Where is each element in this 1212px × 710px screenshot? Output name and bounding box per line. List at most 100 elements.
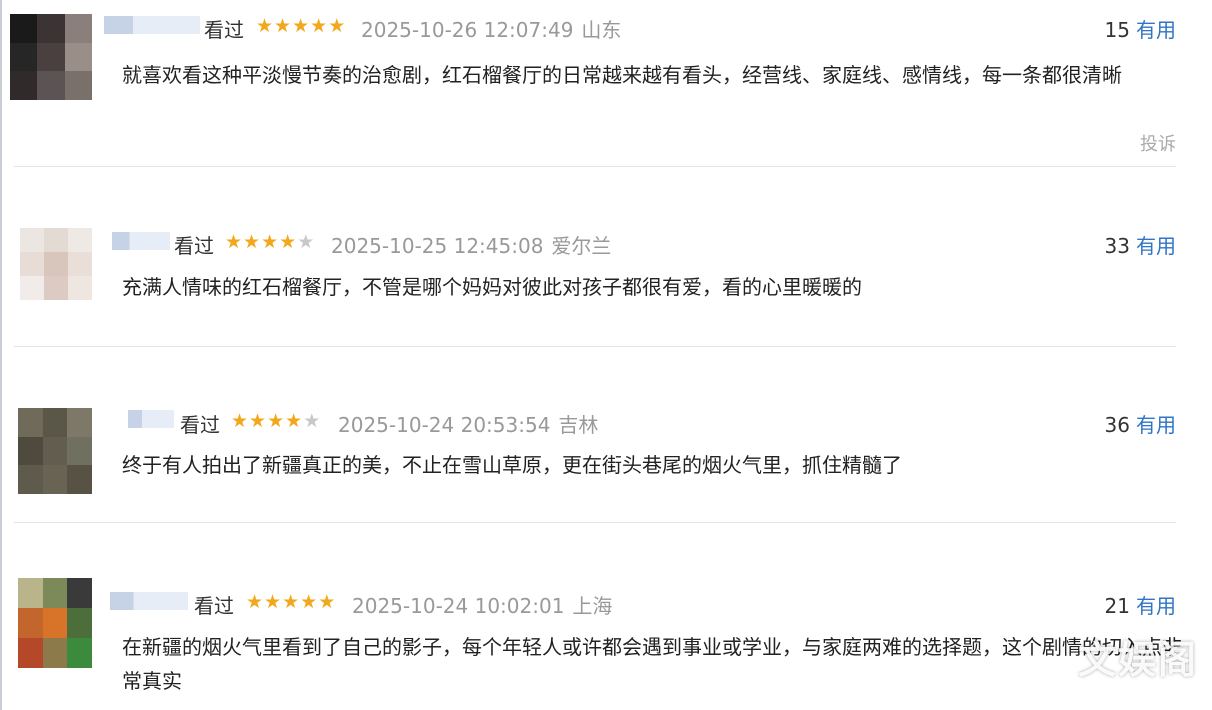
- avatar-pixel: [10, 42, 38, 72]
- avatar-pixel: [42, 408, 68, 437]
- datetime-text: 2025-10-24 10:02:01: [352, 594, 565, 618]
- star-filled-icon: ★: [310, 15, 329, 37]
- avatar-pixel: [42, 578, 68, 608]
- avatar[interactable]: [18, 578, 92, 668]
- star-filled-icon: ★: [246, 591, 265, 613]
- useful-count: 36: [1104, 413, 1130, 437]
- report-link[interactable]: 投诉: [1140, 130, 1176, 156]
- useful-count: 15: [1104, 18, 1130, 42]
- avatar-pixel: [37, 42, 65, 72]
- location-text: 上海: [572, 594, 613, 618]
- avatar-pixel: [68, 276, 92, 300]
- location-text: 吉林: [558, 413, 599, 437]
- star-filled-icon: ★: [318, 591, 337, 613]
- datetime-text: 2025-10-25 12:45:08: [331, 234, 544, 258]
- watermark: 文娱阁: [1077, 638, 1198, 682]
- star-filled-icon: ★: [225, 231, 244, 253]
- avatar-pixel: [67, 638, 92, 668]
- star-filled-icon: ★: [279, 231, 298, 253]
- avatar-pixel: [67, 608, 92, 638]
- avatar-pixel: [37, 71, 65, 100]
- watch-status: 看过: [194, 594, 234, 618]
- useful-vote-button[interactable]: 21 有用: [1105, 590, 1176, 619]
- review-content: 终于有人拍出了新疆真正的美，不止在雪山草原，更在街头巷尾的烟火气里，抓住精髓了: [122, 453, 902, 477]
- useful-label: 有用: [1136, 594, 1176, 618]
- avatar-pixel: [67, 436, 92, 466]
- useful-vote-button[interactable]: 15 有用: [1105, 14, 1176, 43]
- watch-status: 看过: [204, 18, 244, 42]
- star-filled-icon: ★: [282, 591, 301, 613]
- review-item: 看过 ★★★★★ 2025-10-26 12:07:49 山东 15 有用 就喜欢看…: [0, 0, 1212, 166]
- review-item: 看过 ★★★★★ 2025-10-25 12:45:08 爱尔兰 33 有用 充满人…: [0, 166, 1212, 346]
- avatar-pixel: [20, 252, 44, 276]
- star-empty-icon: ★: [303, 410, 322, 432]
- avatar-pixel: [64, 42, 92, 72]
- review-datetime: 2025-10-26 12:07:49 山东: [361, 14, 621, 43]
- useful-count: 21: [1104, 594, 1130, 618]
- star-empty-icon: ★: [297, 231, 316, 253]
- avatar[interactable]: [10, 14, 92, 100]
- star-filled-icon: ★: [285, 410, 304, 432]
- avatar-pixel: [67, 578, 92, 608]
- useful-vote-button[interactable]: 33 有用: [1105, 230, 1176, 259]
- star-filled-icon: ★: [292, 15, 311, 37]
- review-content: 就喜欢看这种平淡慢节奏的治愈剧，红石榴餐厅的日常越来越有看头，经营线、家庭线、感…: [122, 63, 1122, 87]
- useful-vote-button[interactable]: 36 有用: [1105, 409, 1176, 438]
- avatar-pixel: [10, 14, 38, 43]
- avatar-pixel: [18, 608, 43, 638]
- avatar[interactable]: [18, 408, 92, 494]
- review-content: 充满人情味的红石榴餐厅，不管是哪个妈妈对彼此对孩子都很有爱，看的心里暖暖的: [122, 275, 862, 299]
- rating-stars: ★★★★★: [231, 410, 321, 432]
- username-blurred[interactable]: [128, 410, 174, 428]
- useful-label: 有用: [1136, 18, 1176, 42]
- review-datetime: 2025-10-24 10:02:01 上海: [352, 590, 612, 619]
- avatar-pixel: [18, 638, 43, 668]
- star-filled-icon: ★: [249, 410, 268, 432]
- star-filled-icon: ★: [274, 15, 293, 37]
- avatar-pixel: [67, 408, 92, 437]
- rating-stars: ★★★★★: [256, 15, 346, 37]
- watch-status: 看过: [174, 234, 214, 258]
- avatar-pixel: [42, 465, 68, 494]
- avatar-pixel: [68, 228, 92, 252]
- review-item: 看过 ★★★★★ 2025-10-24 20:53:54 吉林 36 有用 终于有人…: [0, 346, 1212, 522]
- username-blurred[interactable]: [112, 232, 170, 250]
- avatar-pixel: [64, 14, 92, 43]
- avatar-pixel: [42, 608, 68, 638]
- avatar-pixel: [18, 436, 43, 466]
- star-filled-icon: ★: [300, 591, 319, 613]
- avatar-pixel: [20, 276, 44, 300]
- star-filled-icon: ★: [256, 15, 275, 37]
- location-text: 爱尔兰: [551, 234, 612, 258]
- review-item: 看过 ★★★★★ 2025-10-24 10:02:01 上海 21 有用 在新疆的…: [0, 522, 1212, 710]
- avatar-pixel: [42, 436, 68, 466]
- useful-count: 33: [1104, 234, 1130, 258]
- watch-status: 看过: [180, 413, 220, 437]
- review-datetime: 2025-10-24 20:53:54 吉林: [338, 409, 598, 438]
- star-filled-icon: ★: [328, 15, 347, 37]
- avatar-pixel: [37, 14, 65, 43]
- location-text: 山东: [581, 18, 622, 42]
- avatar-pixel: [44, 252, 68, 276]
- avatar-pixel: [10, 71, 38, 100]
- username-blurred[interactable]: [110, 592, 188, 610]
- useful-label: 有用: [1136, 234, 1176, 258]
- star-filled-icon: ★: [267, 410, 286, 432]
- datetime-text: 2025-10-24 20:53:54: [338, 413, 551, 437]
- avatar[interactable]: [20, 228, 92, 300]
- datetime-text: 2025-10-26 12:07:49: [361, 18, 574, 42]
- avatar-pixel: [44, 228, 68, 252]
- avatar-pixel: [67, 465, 92, 494]
- rating-stars: ★★★★★: [246, 591, 336, 613]
- avatar-pixel: [18, 578, 43, 608]
- useful-label: 有用: [1136, 413, 1176, 437]
- rating-stars: ★★★★★: [225, 231, 315, 253]
- review-content: 在新疆的烟火气里看到了自己的影子，每个年轻人或许都会遇到事业或学业，与家庭两难的…: [122, 635, 1182, 693]
- avatar-pixel: [42, 638, 68, 668]
- review-datetime: 2025-10-25 12:45:08 爱尔兰: [331, 230, 611, 259]
- star-filled-icon: ★: [261, 231, 280, 253]
- avatar-pixel: [68, 252, 92, 276]
- avatar-pixel: [20, 228, 44, 252]
- username-blurred[interactable]: [104, 16, 200, 34]
- avatar-pixel: [64, 71, 92, 100]
